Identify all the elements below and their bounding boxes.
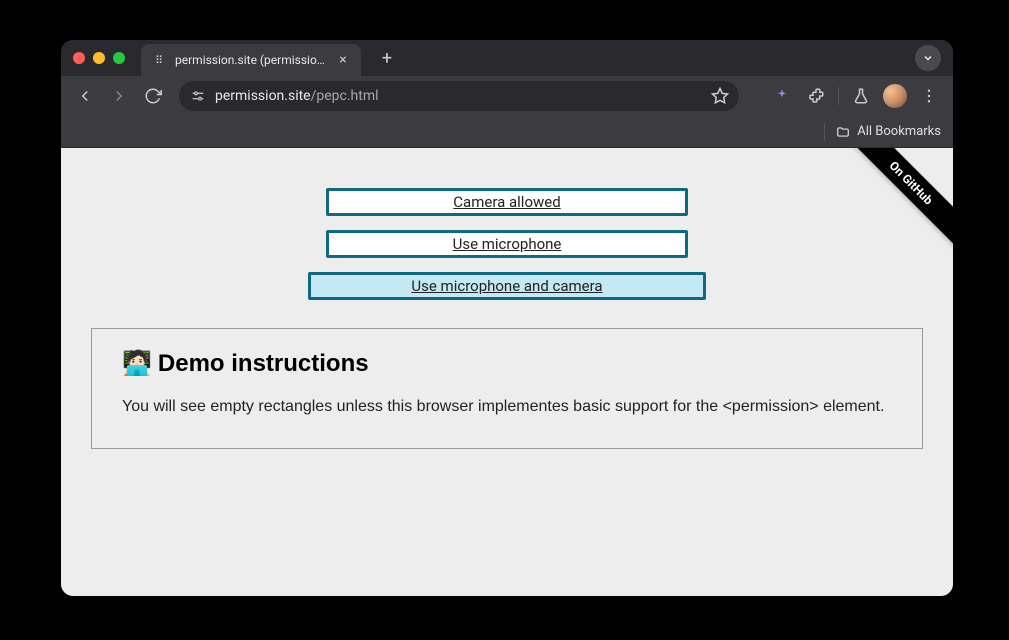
- labs-icon[interactable]: [847, 82, 875, 110]
- instructions-heading-text: Demo instructions: [158, 350, 369, 378]
- developer-icon: 🧑🏻‍💻: [122, 349, 152, 378]
- back-button[interactable]: [71, 82, 99, 110]
- toolbar-right: [768, 82, 943, 110]
- all-bookmarks-button[interactable]: All Bookmarks: [835, 124, 941, 139]
- close-window-button[interactable]: [73, 52, 85, 64]
- menu-button[interactable]: [915, 82, 943, 110]
- bookmarks-bar: All Bookmarks: [61, 116, 953, 148]
- bookmarks-separator: [824, 123, 825, 141]
- extensions-icon[interactable]: [802, 82, 830, 110]
- instructions-body: You will see empty rectangles unless thi…: [122, 396, 892, 418]
- toolbar: permission.site/pepc.html: [61, 76, 953, 116]
- titlebar: ⠿ permission.site (permission e × +: [61, 40, 953, 76]
- maximize-window-button[interactable]: [113, 52, 125, 64]
- permission-buttons: Camera allowed Use microphone Use microp…: [61, 188, 953, 300]
- tab-favicon-icon: ⠿: [151, 52, 167, 68]
- microphone-camera-permission-button[interactable]: Use microphone and camera: [308, 272, 706, 300]
- close-tab-button[interactable]: ×: [335, 52, 351, 68]
- tab-search-button[interactable]: [915, 45, 941, 71]
- url-host: permission.site: [215, 88, 311, 104]
- window-controls: [73, 52, 125, 64]
- sparkle-icon[interactable]: [768, 82, 796, 110]
- demo-instructions-box: 🧑🏻‍💻 Demo instructions You will see empt…: [91, 328, 923, 449]
- all-bookmarks-label: All Bookmarks: [857, 124, 941, 139]
- url-path: /pepc.html: [311, 88, 379, 104]
- browser-tab[interactable]: ⠿ permission.site (permission e ×: [141, 44, 361, 76]
- page-content: On GitHub Camera allowed Use microphone …: [61, 148, 953, 596]
- folder-icon: [835, 125, 851, 139]
- microphone-permission-button[interactable]: Use microphone: [326, 230, 688, 258]
- address-bar[interactable]: permission.site/pepc.html: [179, 81, 739, 111]
- avatar-image: [883, 84, 907, 108]
- forward-button[interactable]: [105, 82, 133, 110]
- tab-title: permission.site (permission e: [175, 53, 327, 67]
- new-tab-button[interactable]: +: [373, 44, 401, 72]
- bookmark-star-icon[interactable]: [711, 87, 729, 105]
- browser-window: ⠿ permission.site (permission e × + perm…: [61, 40, 953, 596]
- camera-permission-button[interactable]: Camera allowed: [326, 188, 688, 216]
- url-text: permission.site/pepc.html: [215, 88, 703, 104]
- instructions-heading: 🧑🏻‍💻 Demo instructions: [122, 349, 892, 378]
- profile-avatar[interactable]: [881, 82, 909, 110]
- minimize-window-button[interactable]: [93, 52, 105, 64]
- reload-button[interactable]: [139, 82, 167, 110]
- toolbar-separator: [838, 87, 839, 105]
- site-settings-icon[interactable]: [189, 87, 207, 105]
